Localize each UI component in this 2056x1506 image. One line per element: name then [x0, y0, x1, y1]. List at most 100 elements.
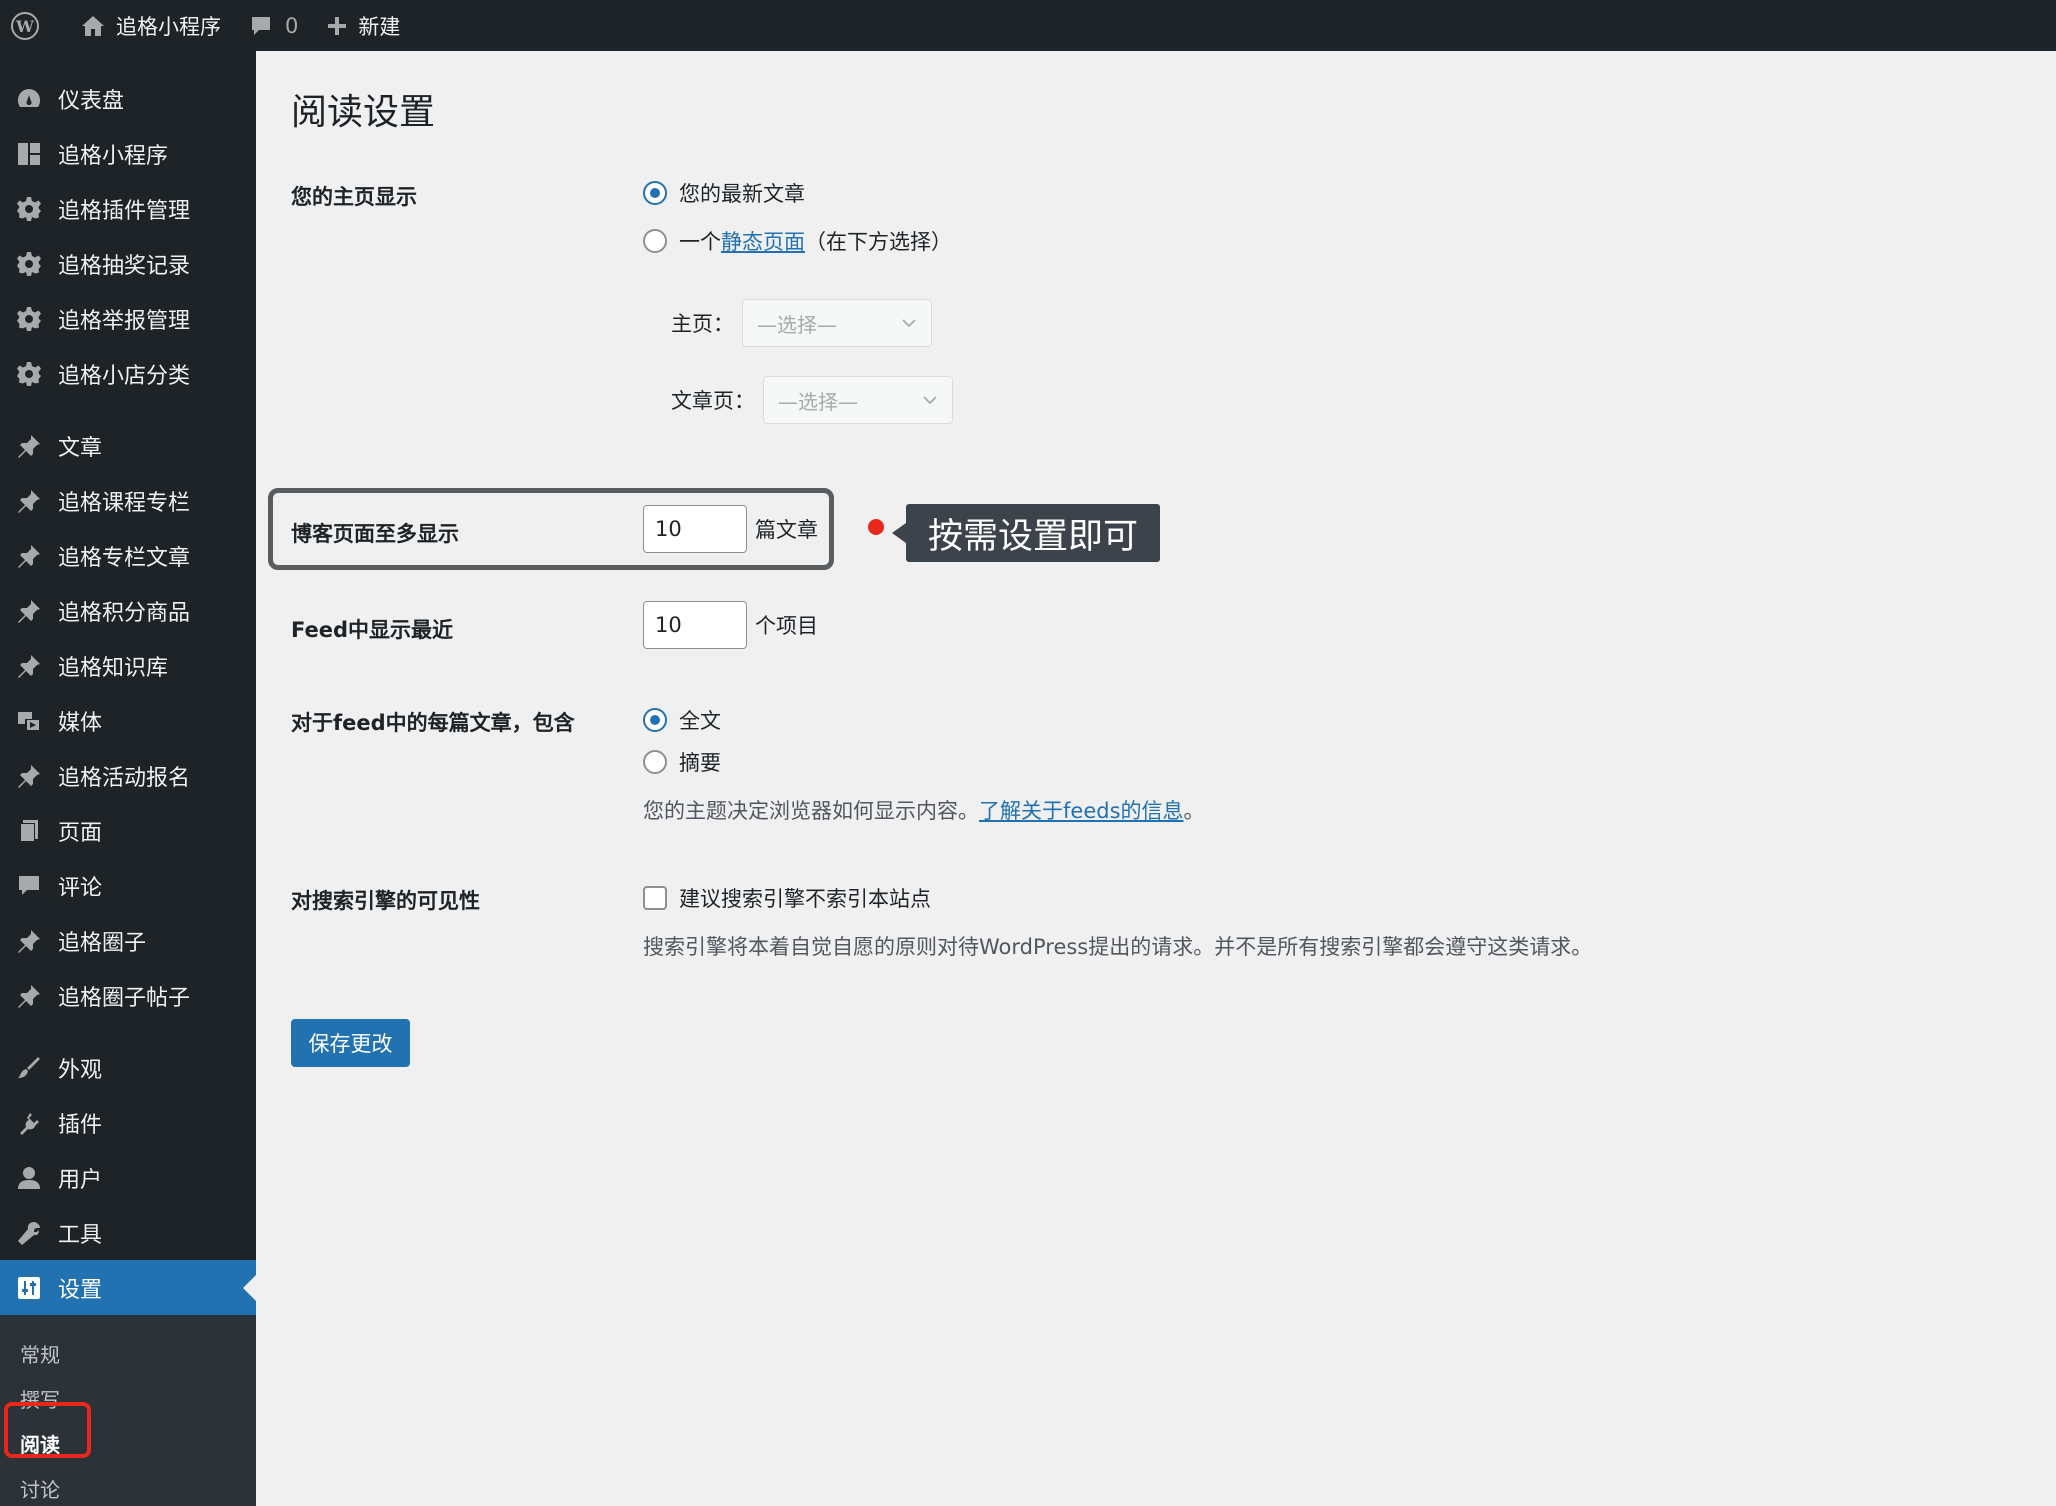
menu-item-event-signup[interactable]: 追格活动报名	[0, 748, 256, 803]
menu-item-course-column[interactable]: 追格课程专栏	[0, 473, 256, 528]
menu-item-plugin-manage[interactable]: 追格插件管理	[0, 181, 256, 236]
pin-icon	[14, 651, 44, 681]
save-changes-button[interactable]: 保存更改	[291, 1019, 410, 1067]
option-label: 全文	[679, 709, 721, 733]
menu-label: 追格圈子	[58, 930, 147, 956]
option-static-page[interactable]: 一个 静态页面 （在下方选择）	[643, 226, 952, 256]
menu-label: 插件	[58, 1112, 103, 1138]
menu-item-media[interactable]: 媒体	[0, 693, 256, 748]
posts-per-page-field: 10 篇文章	[643, 505, 818, 553]
menu-label: 追格小店分类	[58, 363, 191, 389]
gear-icon	[14, 304, 44, 334]
submenu-item-discussion[interactable]: 讨论	[0, 1466, 256, 1506]
menu-item-zhuige-app[interactable]: 追格小程序	[0, 126, 256, 181]
menu-label: 页面	[58, 820, 103, 846]
comments-count: 0	[285, 13, 299, 38]
select-value: —选择—	[778, 389, 858, 414]
pin-icon	[14, 431, 44, 461]
menu-item-plugins[interactable]: 插件	[0, 1095, 256, 1150]
feed-content-description: 您的主题决定浏览器如何显示内容。了解关于feeds的信息。	[643, 795, 1205, 825]
gear-icon	[14, 249, 44, 279]
menu-label: 追格举报管理	[58, 308, 191, 334]
settings-sliders-icon	[14, 1273, 44, 1303]
site-name: 追格小程序	[116, 14, 221, 39]
menu-item-pages[interactable]: 页面	[0, 803, 256, 858]
static-page-link[interactable]: 静态页面	[721, 226, 805, 256]
menu-item-appearance[interactable]: 外观	[0, 1040, 256, 1095]
menu-separator	[0, 1023, 256, 1040]
menu-label: 追格小程序	[58, 143, 169, 169]
admin-bar: W 追格小程序 0 新建	[0, 0, 2056, 51]
front-page-select[interactable]: —选择—	[742, 299, 932, 347]
menu-item-tools[interactable]: 工具	[0, 1205, 256, 1260]
chevron-down-icon	[902, 319, 916, 328]
discourage-search-checkbox[interactable]	[643, 886, 667, 910]
submenu-item-general[interactable]: 常规	[0, 1331, 256, 1376]
menu-item-dashboard[interactable]: 仪表盘	[0, 71, 256, 126]
menu-item-circles[interactable]: 追格圈子	[0, 913, 256, 968]
menu-item-points-goods[interactable]: 追格积分商品	[0, 583, 256, 638]
dashboard-icon	[14, 84, 44, 114]
menu-label: 追格课程专栏	[58, 490, 191, 516]
feed-count-field: 10 个项目	[643, 601, 818, 649]
option-label-suffix: （在下方选择）	[805, 230, 952, 254]
feed-count-unit: 个项目	[755, 614, 818, 638]
discourage-search-option[interactable]: 建议搜索引擎不索引本站点	[643, 883, 1592, 913]
menu-item-column-posts[interactable]: 追格专栏文章	[0, 528, 256, 583]
menu-label: 追格插件管理	[58, 198, 191, 224]
pages-icon	[14, 816, 44, 846]
plus-icon	[326, 15, 348, 37]
menu-label: 外观	[58, 1057, 103, 1083]
front-page-row: 主页： —选择—	[671, 299, 932, 347]
new-label: 新建	[358, 14, 401, 39]
pin-icon	[14, 596, 44, 626]
feeds-info-link[interactable]: 了解关于feeds的信息	[979, 799, 1184, 823]
media-icon	[14, 706, 44, 736]
posts-page-select[interactable]: —选择—	[763, 376, 953, 424]
menu-item-circle-posts[interactable]: 追格圈子帖子	[0, 968, 256, 1023]
paintbrush-icon	[14, 1053, 44, 1083]
chevron-down-icon	[923, 396, 937, 405]
pin-icon	[14, 486, 44, 516]
comment-icon	[14, 871, 44, 901]
radio-summary[interactable]	[643, 750, 667, 774]
annotation-callout: 按需设置即可	[891, 504, 1161, 562]
plug-icon	[14, 1108, 44, 1138]
menu-label: 文章	[58, 435, 103, 461]
menu-item-users[interactable]: 用户	[0, 1150, 256, 1205]
pin-icon	[14, 761, 44, 791]
menu-label: 设置	[58, 1277, 103, 1303]
select-value: —选择—	[757, 312, 837, 337]
menu-item-knowledge-base[interactable]: 追格知识库	[0, 638, 256, 693]
option-full-text[interactable]: 全文	[643, 705, 1205, 735]
menu-label: 用户	[58, 1167, 103, 1193]
site-name-link[interactable]: 追格小程序	[66, 0, 235, 51]
menu-item-report-manage[interactable]: 追格举报管理	[0, 291, 256, 346]
new-content-link[interactable]: 新建	[312, 0, 414, 51]
posts-per-page-input[interactable]: 10	[643, 505, 747, 553]
wordpress-logo-icon: W	[10, 11, 40, 41]
radio-full-text[interactable]	[643, 708, 667, 732]
admin-menu: 仪表盘 追格小程序 追格插件管理 追格抽奖记录 追格举报管理 追格小店分类 文章	[0, 51, 256, 1315]
homepage-label: 您的主页显示	[291, 185, 417, 209]
menu-item-comments[interactable]: 评论	[0, 858, 256, 913]
menu-item-settings[interactable]: 设置	[0, 1260, 256, 1315]
posts-page-row: 文章页： —选择—	[671, 376, 953, 424]
radio-latest-posts[interactable]	[643, 181, 667, 205]
wordpress-logo-button[interactable]: W	[0, 0, 66, 51]
menu-item-shop-category[interactable]: 追格小店分类	[0, 346, 256, 401]
comments-link[interactable]: 0	[235, 0, 312, 51]
menu-label: 追格活动报名	[58, 765, 191, 791]
menu-item-posts[interactable]: 文章	[0, 418, 256, 473]
radio-static-page[interactable]	[643, 229, 667, 253]
annotation-dot	[868, 519, 884, 535]
option-label: 一个	[679, 230, 721, 254]
main-content: 阅读设置 您的主页显示 您的最新文章 一个 静态页面 （在下方选择） 主页： —…	[256, 51, 2056, 1506]
menu-label: 追格抽奖记录	[58, 253, 191, 279]
wrench-icon	[14, 1218, 44, 1248]
option-latest-posts[interactable]: 您的最新文章	[643, 178, 952, 208]
feed-count-input[interactable]: 10	[643, 601, 747, 649]
feed-content-options: 全文 摘要 您的主题决定浏览器如何显示内容。了解关于feeds的信息。	[643, 705, 1205, 825]
menu-item-lottery-records[interactable]: 追格抽奖记录	[0, 236, 256, 291]
option-summary[interactable]: 摘要	[643, 747, 1205, 777]
